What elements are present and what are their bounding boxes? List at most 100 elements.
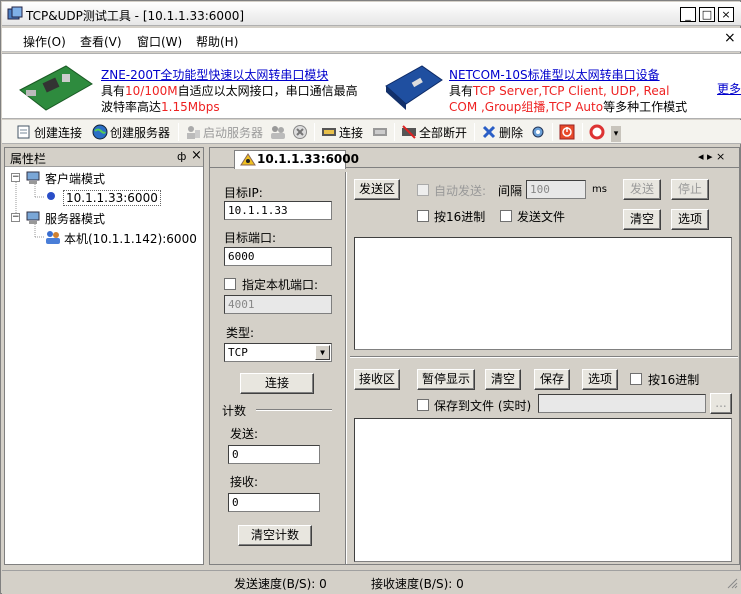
- ad1-title-link[interactable]: ZNE-200T全功能型快速以太网转串口模块: [101, 66, 328, 83]
- recv-count-field: 0: [228, 493, 320, 512]
- panel-close-icon[interactable]: ×: [191, 148, 202, 163]
- tab-strip: 10.1.1.33:6000 ◂ ▸ ×: [210, 148, 739, 169]
- local-port-input[interactable]: 4001: [224, 295, 332, 314]
- mdi-close-button[interactable]: ×: [724, 30, 736, 46]
- settings-button[interactable]: [530, 123, 546, 141]
- send-file-checkbox[interactable]: [500, 210, 512, 222]
- menu-window[interactable]: 窗口(W): [137, 33, 182, 50]
- disconnect-button[interactable]: [372, 123, 388, 141]
- property-panel-title: 属性栏: [10, 152, 47, 166]
- title-bar: TCP&UDP测试工具 - [10.1.1.33:6000] _ □ ×: [2, 2, 741, 26]
- menu-operate[interactable]: 操作(O): [23, 33, 66, 50]
- maximize-button[interactable]: □: [699, 7, 715, 22]
- send-count-field: 0: [228, 445, 320, 464]
- tree-client-item[interactable]: 10.1.1.33:6000: [63, 190, 161, 206]
- recv-textarea[interactable]: [354, 418, 732, 562]
- collapse-client-icon[interactable]: −: [11, 173, 20, 182]
- hex-send-checkbox[interactable]: [417, 210, 429, 222]
- ad2-title-link[interactable]: NETCOM-10S标准型以太网转串口设备: [449, 66, 660, 83]
- stop-server-button[interactable]: [292, 123, 308, 141]
- hex-recv-checkbox[interactable]: [630, 373, 642, 385]
- clear-count-button[interactable]: 清空计数: [238, 525, 312, 546]
- property-panel: 属性栏 ф × − 客户端模式 10.1.1.33:6000 − 服务器模式 本…: [4, 147, 204, 565]
- save-to-file-checkbox[interactable]: [417, 399, 429, 411]
- power-button[interactable]: [559, 123, 575, 141]
- globe-icon: [92, 124, 108, 140]
- delete-x-icon: [481, 124, 497, 140]
- send-button[interactable]: 发送: [623, 179, 661, 200]
- hex-recv-label: 按16进制: [648, 373, 700, 387]
- send-options-button[interactable]: 选项: [671, 209, 709, 230]
- tree-server-item[interactable]: 本机(10.1.1.142):6000: [64, 230, 197, 247]
- tree-server-mode[interactable]: 服务器模式: [45, 210, 105, 227]
- counter-divider: [256, 409, 332, 411]
- tab-nav-controls[interactable]: ◂ ▸ ×: [698, 150, 725, 163]
- minimize-button[interactable]: _: [680, 7, 696, 22]
- resize-grip-icon[interactable]: [726, 577, 738, 592]
- menu-help[interactable]: 帮助(H): [196, 33, 238, 50]
- target-port-input[interactable]: 6000: [224, 247, 332, 266]
- close-button[interactable]: ×: [718, 7, 734, 22]
- toolbar-overflow-chevron-icon[interactable]: ▾: [611, 126, 621, 142]
- ad2-line1: 具有TCP Server,TCP Client, UDP, Real: [449, 84, 670, 98]
- circuit-board-image: [16, 60, 94, 114]
- recv-options-button[interactable]: 选项: [582, 369, 618, 390]
- delete-button[interactable]: 删除: [481, 123, 523, 141]
- interval-unit: ms: [592, 184, 607, 195]
- help-button[interactable]: [589, 123, 605, 141]
- tree-client-mode[interactable]: 客户端模式: [45, 170, 105, 187]
- send-count-label: 发送:: [230, 427, 259, 441]
- recv-area-title: 接收区: [354, 369, 400, 390]
- column-divider: [345, 172, 347, 564]
- connect-action-button[interactable]: 连接: [240, 373, 314, 394]
- hex-send-label: 按16进制: [434, 210, 486, 224]
- more-link[interactable]: 更多: [717, 80, 741, 97]
- type-label: 类型:: [226, 326, 255, 340]
- browse-button[interactable]: ...: [710, 393, 732, 414]
- disconnect-all-icon: [401, 124, 417, 140]
- pause-display-button[interactable]: 暂停显示: [417, 369, 475, 390]
- pin-icon[interactable]: ф: [177, 150, 186, 163]
- save-to-file-label: 保存到文件 (实时): [434, 399, 532, 413]
- recv-speed-status: 接收速度(B/S): 0: [371, 577, 464, 591]
- type-select[interactable]: TCP ▼: [224, 343, 332, 362]
- menu-view[interactable]: 查看(V): [80, 33, 122, 50]
- toolbar: 创建连接 创建服务器 启动服务器 连接 全部断开 删除 ▾: [2, 120, 741, 144]
- disconnect-icon: [372, 124, 388, 140]
- app-icon: [7, 6, 23, 22]
- server-start-icon: [185, 124, 201, 140]
- local-port-label: 指定本机端口:: [242, 278, 319, 292]
- start-server-button[interactable]: 启动服务器: [185, 123, 263, 141]
- collapse-server-icon[interactable]: −: [11, 213, 20, 222]
- send-file-label: 发送文件: [517, 210, 566, 224]
- recv-save-button[interactable]: 保存: [534, 369, 570, 390]
- recv-clear-button[interactable]: 清空: [485, 369, 521, 390]
- app-window: TCP&UDP测试工具 - [10.1.1.33:6000] _ □ × 操作(…: [0, 0, 741, 594]
- save-path-input[interactable]: [538, 394, 706, 413]
- server-users-button[interactable]: [270, 123, 286, 141]
- recv-count-label: 接收:: [230, 475, 259, 489]
- status-bar: 发送速度(B/S): 0 接收速度(B/S): 0: [2, 570, 741, 594]
- tab-connection[interactable]: 10.1.1.33:6000: [234, 150, 359, 169]
- stop-button[interactable]: 停止: [671, 179, 709, 200]
- counter-label: 计数: [222, 404, 247, 418]
- menu-bar: 操作(O) 查看(V) 窗口(W) 帮助(H) ×: [2, 28, 741, 52]
- target-ip-label: 目标IP:: [224, 186, 263, 200]
- connect-button[interactable]: 连接: [321, 123, 363, 141]
- local-port-checkbox[interactable]: [224, 278, 236, 290]
- ad1-line2: 波特率高达1.15Mbps: [101, 100, 220, 114]
- help-lifebuoy-icon: [589, 124, 605, 140]
- create-connection-button[interactable]: 创建连接: [16, 123, 82, 141]
- connection-panel: 10.1.1.33:6000 ◂ ▸ × 目标IP: 10.1.1.33 目标端…: [209, 147, 740, 565]
- interval-input[interactable]: 100: [526, 180, 586, 199]
- send-textarea[interactable]: [354, 237, 732, 350]
- send-clear-button[interactable]: 清空: [623, 209, 661, 230]
- auto-send-checkbox[interactable]: [417, 184, 429, 196]
- window-title: TCP&UDP测试工具 - [10.1.1.33:6000]: [26, 9, 245, 23]
- target-ip-input[interactable]: 10.1.1.33: [224, 201, 332, 220]
- send-area-title: 发送区: [354, 179, 400, 200]
- computer-icon: [25, 171, 41, 188]
- create-server-button[interactable]: 创建服务器: [92, 123, 170, 141]
- disconnect-all-button[interactable]: 全部断开: [401, 123, 467, 141]
- cancel-circle-icon: [292, 124, 308, 140]
